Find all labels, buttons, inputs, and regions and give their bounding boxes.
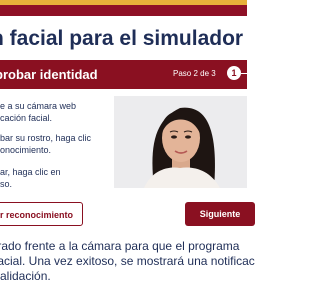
step-counter: Paso 2 de 3	[173, 69, 216, 78]
instruction-text: onocimiento.	[0, 145, 52, 155]
retry-recognition-button[interactable]: r reconocimiento	[0, 202, 83, 226]
instruction-text: bar su rostro, haga clic	[0, 133, 92, 143]
step-title: probar identidad	[0, 67, 98, 82]
instruction-item: e a su cámara web cación facial.	[0, 100, 110, 124]
page-title: n facial para el simulador	[0, 27, 244, 50]
step-number-badge: 1	[227, 66, 241, 80]
next-button[interactable]: Siguiente	[185, 202, 255, 226]
instruction-text: so.	[0, 179, 13, 189]
instruction-text: cación facial.	[0, 113, 53, 123]
top-banner	[0, 0, 247, 24]
step-header: probar identidad Paso 2 de 3 1	[0, 60, 247, 89]
red-stripe	[0, 5, 247, 16]
instruction-text: e a su cámara web	[0, 101, 77, 111]
step-connector	[241, 73, 247, 74]
instruction-item: ar, haga clic en so.	[0, 166, 110, 190]
instruction-text: ar, haga clic en	[0, 167, 61, 177]
footer-text: trado frente a la cámara para que el pro…	[0, 239, 240, 253]
face-image	[114, 96, 247, 188]
footer-text: facial. Una vez exitoso, se mostrará una…	[0, 254, 255, 268]
footer-note: trado frente a la cámara para que el pro…	[0, 239, 256, 284]
footer-text: validación.	[0, 269, 51, 283]
instruction-item: bar su rostro, haga clic onocimiento.	[0, 132, 110, 156]
camera-preview	[114, 96, 247, 188]
